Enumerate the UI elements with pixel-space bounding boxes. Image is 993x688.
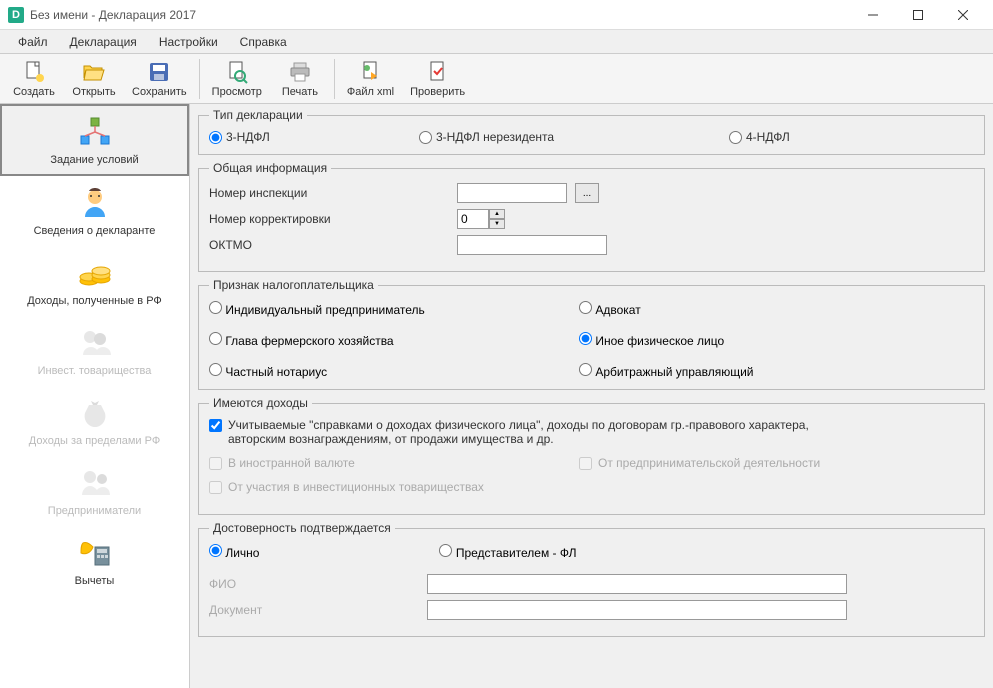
save-button[interactable]: Сохранить xyxy=(124,56,195,102)
input-inspection xyxy=(457,183,567,203)
menu-declaration[interactable]: Декларация xyxy=(60,32,147,52)
sidebar-item-entrepreneurs: Предприниматели xyxy=(0,456,189,526)
folder-open-icon xyxy=(82,60,106,84)
sidebar-item-deductions[interactable]: Вычеты xyxy=(0,526,189,596)
label-correction: Номер корректировки xyxy=(209,212,449,226)
radio-personal[interactable]: Лично xyxy=(209,543,259,560)
radio-representative[interactable]: Представителем - ФЛ xyxy=(439,543,576,560)
input-fio xyxy=(427,574,847,594)
checkbox-foreign-currency xyxy=(209,457,222,470)
sidebar-item-conditions[interactable]: Задание условий xyxy=(0,104,189,176)
sidebar-item-invest: Инвест. товарищества xyxy=(0,316,189,386)
save-icon xyxy=(147,60,171,84)
minimize-button[interactable] xyxy=(850,1,895,29)
group-income-types: Имеются доходы Учитываемые "справками о … xyxy=(198,396,985,515)
check-icon xyxy=(426,60,450,84)
xml-file-icon xyxy=(359,60,383,84)
window-title: Без имени - Декларация 2017 xyxy=(30,8,850,22)
spin-down-button[interactable]: ▼ xyxy=(489,219,505,229)
input-oktmo[interactable] xyxy=(457,235,607,255)
person-icon xyxy=(77,185,113,221)
spinner-correction[interactable]: ▲ ▼ xyxy=(457,209,505,229)
group-declaration-type: Тип декларации 3-НДФЛ 3-НДФЛ нерезидента… xyxy=(198,108,985,155)
spin-up-button[interactable]: ▲ xyxy=(489,209,505,219)
radio-farm[interactable]: Глава фермерского хозяйства xyxy=(209,331,579,348)
sidebar-item-declarant[interactable]: Сведения о декларанте xyxy=(0,176,189,246)
legend-general-info: Общая информация xyxy=(209,161,331,175)
toolbar-separator xyxy=(199,59,200,99)
money-bag-icon xyxy=(77,395,113,431)
radio-notary[interactable]: Частный нотариус xyxy=(209,362,579,379)
content-area: Тип декларации 3-НДФЛ 3-НДФЛ нерезидента… xyxy=(190,104,993,688)
legend-confirmation: Достоверность подтверждается xyxy=(209,521,395,535)
check-button[interactable]: Проверить xyxy=(402,56,473,102)
xml-button[interactable]: Файл xml xyxy=(339,56,402,102)
radio-4ndfl[interactable]: 4-НДФЛ xyxy=(729,130,790,144)
browse-inspection-button[interactable]: ... xyxy=(575,183,599,203)
radio-other-person[interactable]: Иное физическое лицо xyxy=(579,331,974,348)
legend-taxpayer-type: Признак налогоплательщика xyxy=(209,278,378,292)
print-button[interactable]: Печать xyxy=(270,56,330,102)
conditions-icon xyxy=(77,114,113,150)
preview-button[interactable]: Просмотр xyxy=(204,56,270,102)
sidebar-item-income-rf[interactable]: Доходы, полученные в РФ xyxy=(0,246,189,316)
group-confirmation: Достоверность подтверждается Лично Предс… xyxy=(198,521,985,637)
radio-arbitration[interactable]: Арбитражный управляющий xyxy=(579,362,974,379)
sidebar: Задание условий Сведения о декларанте До… xyxy=(0,104,190,688)
close-button[interactable] xyxy=(940,1,985,29)
create-button[interactable]: Создать xyxy=(4,56,64,102)
input-correction[interactable] xyxy=(457,209,489,229)
invest-icon xyxy=(77,325,113,361)
input-document xyxy=(427,600,847,620)
radio-3ndfl[interactable]: 3-НДФЛ xyxy=(209,130,419,144)
menu-help[interactable]: Справка xyxy=(230,32,297,52)
title-bar: D Без имени - Декларация 2017 xyxy=(0,0,993,30)
group-general-info: Общая информация Номер инспекции ... Ном… xyxy=(198,161,985,272)
preview-icon xyxy=(225,60,249,84)
app-icon: D xyxy=(8,7,24,23)
deductions-icon xyxy=(77,535,113,571)
menu-settings[interactable]: Настройки xyxy=(149,32,228,52)
label-inspection: Номер инспекции xyxy=(209,186,449,200)
checkbox-invest-income xyxy=(209,481,222,494)
label-document: Документ xyxy=(209,603,419,617)
legend-income-types: Имеются доходы xyxy=(209,396,312,410)
open-button[interactable]: Открыть xyxy=(64,56,124,102)
menu-file[interactable]: Файл xyxy=(8,32,58,52)
checkbox-business-income xyxy=(579,457,592,470)
group-taxpayer-type: Признак налогоплательщика Индивидуальный… xyxy=(198,278,985,390)
label-fio: ФИО xyxy=(209,577,419,591)
coins-icon xyxy=(77,255,113,291)
menu-bar: Файл Декларация Настройки Справка xyxy=(0,30,993,54)
radio-3ndfl-nonresident[interactable]: 3-НДФЛ нерезидента xyxy=(419,130,729,144)
radio-lawyer[interactable]: Адвокат xyxy=(579,300,974,317)
people-icon xyxy=(77,465,113,501)
sidebar-item-foreign-income: Доходы за пределами РФ xyxy=(0,386,189,456)
legend-declaration-type: Тип декларации xyxy=(209,108,307,122)
document-new-icon xyxy=(22,60,46,84)
toolbar-separator xyxy=(334,59,335,99)
checkbox-cert-income[interactable] xyxy=(209,419,222,432)
print-icon xyxy=(288,60,312,84)
maximize-button[interactable] xyxy=(895,1,940,29)
toolbar: Создать Открыть Сохранить Просмотр Печат… xyxy=(0,54,993,104)
radio-ip[interactable]: Индивидуальный предприниматель xyxy=(209,300,579,317)
label-oktmo: ОКТМО xyxy=(209,238,449,252)
